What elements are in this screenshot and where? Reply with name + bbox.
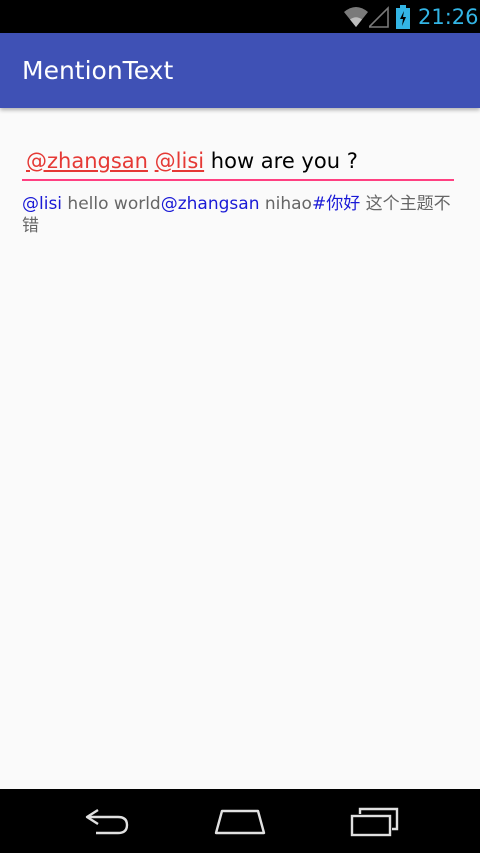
- edit-space: [148, 149, 155, 173]
- mention-zhangsan-link[interactable]: @zhangsan: [161, 194, 260, 214]
- status-clock: 21:26: [418, 5, 479, 29]
- mention-edit-text[interactable]: @zhangsan @lisi how are you ?: [22, 143, 454, 181]
- navigation-bar: [0, 789, 480, 853]
- status-bar: 21:26: [0, 0, 480, 33]
- edit-plain-text: how are you ?: [204, 149, 358, 173]
- recents-icon[interactable]: [350, 807, 400, 841]
- home-icon[interactable]: [214, 809, 266, 839]
- text-segment-1: hello world: [62, 194, 161, 214]
- mention-lisi[interactable]: @lisi: [155, 149, 204, 173]
- topic-link[interactable]: #你好: [312, 194, 360, 214]
- battery-charging-icon: [396, 5, 410, 33]
- wifi-icon: [344, 6, 368, 32]
- mention-zhangsan[interactable]: @zhangsan: [26, 149, 148, 173]
- mention-lisi-link[interactable]: @lisi: [22, 194, 62, 214]
- app-title: MentionText: [22, 56, 174, 85]
- app-bar: MentionText: [0, 33, 480, 108]
- text-segment-2: nihao: [259, 194, 312, 214]
- edit-text-content[interactable]: @zhangsan @lisi how are you ?: [26, 147, 358, 175]
- signal-icon: [367, 6, 389, 32]
- back-icon[interactable]: [84, 805, 130, 841]
- mention-text-view: @lisi hello world@zhangsan nihao#你好 这个主题…: [22, 193, 462, 237]
